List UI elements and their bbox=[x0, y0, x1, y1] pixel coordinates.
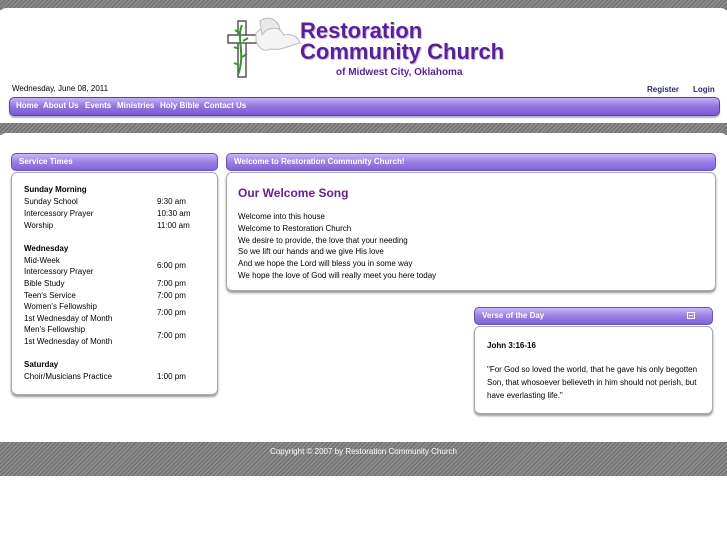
song-line: Welcome to Restoration Church bbox=[238, 224, 352, 233]
service-label: Intercessory Prayer bbox=[24, 209, 94, 218]
verse-header: Verse of the Day bbox=[474, 307, 713, 325]
copyright-text: Copyright © 2007 by Restoration Communit… bbox=[270, 447, 457, 456]
verse-body: John 3:16-16 "For God so loved the world… bbox=[474, 326, 713, 414]
group-sunday-morning: Sunday Morning bbox=[24, 185, 87, 194]
nav-home[interactable]: Home bbox=[16, 101, 38, 110]
nav-holy-bible[interactable]: Holy Bible bbox=[160, 101, 199, 110]
welcome-panel: Welcome to Restoration Community Church!… bbox=[226, 153, 716, 293]
nav-events[interactable]: Events bbox=[85, 101, 111, 110]
service-times-title: Service Times bbox=[19, 157, 73, 166]
service-label-sub: 1st Wednesday of Month bbox=[24, 337, 113, 346]
service-label-sub: 1st Wednesday of Month bbox=[24, 314, 113, 323]
welcome-body: Our Welcome Song Welcome into this house… bbox=[226, 172, 716, 291]
welcome-title: Welcome to Restoration Community Church! bbox=[234, 157, 405, 166]
service-label: Bible Study bbox=[24, 279, 65, 288]
service-label: Teen's Service bbox=[24, 291, 76, 300]
service-time: 6:00 pm bbox=[157, 261, 186, 270]
service-label: Choir/Musicians Practice bbox=[24, 372, 113, 381]
song-line: Welcome into this house bbox=[238, 212, 326, 221]
service-label: Women's Fellowship bbox=[24, 302, 97, 311]
current-date: Wednesday, June 08, 2011 bbox=[12, 84, 109, 93]
song-line: We desire to provide, the love that your… bbox=[238, 236, 408, 245]
service-time: 10:30 am bbox=[157, 209, 191, 218]
nav-about-us[interactable]: About Us bbox=[43, 101, 79, 110]
service-label: Worship bbox=[24, 221, 54, 230]
service-time: 7:00 pm bbox=[157, 331, 186, 340]
logo-subtitle: of Midwest City, Oklahoma bbox=[336, 67, 463, 78]
welcome-song-heading: Our Welcome Song bbox=[238, 186, 349, 200]
login-link[interactable]: Login bbox=[693, 85, 715, 94]
service-times-header: Service Times bbox=[11, 153, 218, 171]
nav-contact-us[interactable]: Contact Us bbox=[204, 101, 246, 110]
service-label: Mid-Week bbox=[24, 256, 60, 265]
service-label: Men's Fellowship bbox=[24, 325, 86, 334]
service-time: 7:00 pm bbox=[157, 279, 186, 288]
site-logo[interactable]: Restoration Community Church of Midwest … bbox=[226, 15, 511, 83]
group-wednesday: Wednesday bbox=[24, 244, 69, 253]
verse-title: Verse of the Day bbox=[482, 311, 545, 320]
register-link[interactable]: Register bbox=[647, 85, 679, 94]
service-label-sub: Intercessory Prayer bbox=[24, 267, 94, 276]
verse-reference: John 3:16-16 bbox=[487, 341, 536, 350]
song-line: So we lift our hands and we give His lov… bbox=[238, 247, 384, 256]
service-times-body: Sunday Morning Sunday School 9:30 am Int… bbox=[11, 172, 218, 395]
service-time: 1:00 pm bbox=[157, 372, 186, 381]
service-label: Sunday School bbox=[24, 197, 78, 206]
service-time: 11:00 am bbox=[157, 221, 190, 230]
nav-ministries[interactable]: Ministries bbox=[117, 101, 154, 110]
service-time: 9:30 am bbox=[157, 197, 186, 206]
collapse-icon[interactable] bbox=[687, 312, 695, 319]
verse-text: "For God so loved the world, that he gav… bbox=[487, 365, 698, 400]
welcome-header: Welcome to Restoration Community Church! bbox=[226, 153, 716, 171]
service-time: 7:00 pm bbox=[157, 308, 186, 317]
main-nav: Home About Us Events Ministries Holy Bib… bbox=[9, 97, 720, 116]
group-saturday: Saturday bbox=[24, 360, 59, 369]
service-time: 7:00 pm bbox=[157, 291, 186, 300]
verse-panel: Verse of the Day John 3:16-16 "For God s… bbox=[474, 307, 713, 414]
song-line: And we hope the Lord will bless you in s… bbox=[238, 259, 413, 268]
logo-title-line2: Community Church bbox=[300, 39, 505, 64]
song-line: We hope the love of God will really meet… bbox=[238, 271, 437, 280]
service-times-panel: Service Times Sunday Morning Sunday Scho… bbox=[11, 153, 218, 396]
cross-and-dove-icon bbox=[227, 17, 301, 78]
